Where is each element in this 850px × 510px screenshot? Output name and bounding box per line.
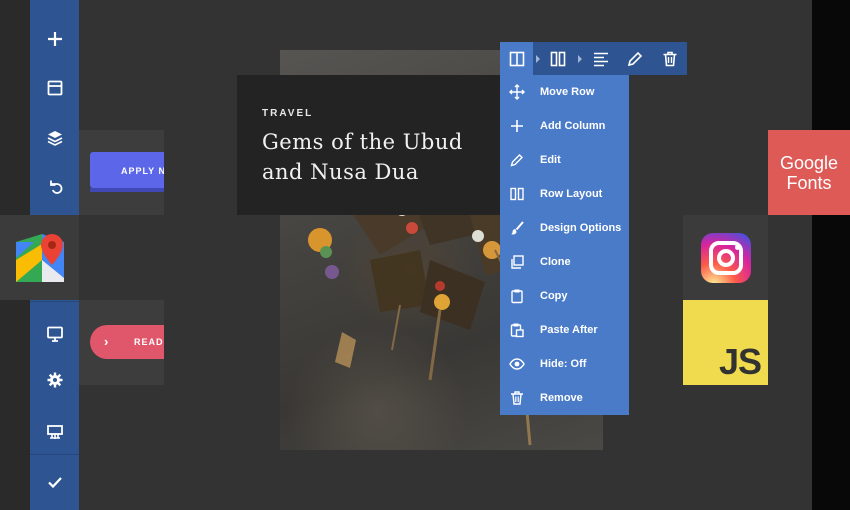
templates-button[interactable] — [30, 68, 79, 108]
menu-item-hide[interactable]: Hide: Off — [500, 347, 629, 381]
menu-item-copy[interactable]: Copy — [500, 279, 629, 313]
js-label: JS — [718, 341, 762, 382]
row-controls-toolbar — [500, 42, 687, 75]
menu-item-remove[interactable]: Remove — [500, 381, 629, 415]
templates-icon — [47, 80, 62, 96]
caret-right-icon — [536, 55, 540, 63]
edit-button[interactable] — [620, 42, 650, 75]
button-element-card[interactable]: › READ — [79, 300, 164, 385]
google-fonts-tile[interactable]: Google Fonts — [768, 130, 850, 215]
align-icon — [594, 52, 608, 66]
menu-item-edit[interactable]: Edit — [500, 143, 629, 177]
pencil-icon — [627, 51, 643, 66]
undo-button[interactable] — [30, 167, 79, 207]
plus-icon — [47, 32, 62, 46]
eye-icon — [509, 358, 525, 370]
clone-icon — [511, 255, 524, 269]
row-context-menu: Move Row Add Column Edit Row Layout Desi… — [500, 75, 629, 415]
move-icon — [509, 84, 525, 100]
row-control-button[interactable] — [502, 42, 532, 75]
brush-icon — [511, 221, 524, 235]
responsive-preview-button[interactable] — [30, 314, 79, 354]
apply-now-button[interactable]: APPLY N — [90, 152, 164, 192]
check-icon — [47, 477, 62, 489]
post-category: TRAVEL — [262, 108, 314, 119]
row-icon — [509, 51, 525, 66]
undo-icon — [49, 180, 62, 194]
layers-button[interactable] — [30, 118, 79, 158]
stage-edge-right — [812, 0, 850, 510]
button-element-card[interactable]: APPLY N — [79, 130, 164, 215]
settings-button[interactable] — [30, 360, 79, 400]
gear-icon — [47, 372, 62, 388]
save-button[interactable] — [30, 462, 79, 502]
google-fonts-label-line1: Google — [779, 153, 839, 173]
frontend-editor-button[interactable] — [30, 412, 79, 452]
delete-button[interactable] — [655, 42, 685, 75]
google-maps-icon — [15, 233, 64, 282]
menu-item-clone[interactable]: Clone — [500, 245, 629, 279]
menu-item-paste-after[interactable]: Paste After — [500, 313, 629, 347]
pencil-icon — [510, 154, 523, 167]
sidebar-divider — [30, 301, 79, 302]
trash-icon — [663, 51, 677, 66]
frontend-editor-icon — [46, 425, 63, 439]
javascript-tile[interactable]: JS — [683, 300, 768, 385]
menu-item-move-row[interactable]: Move Row — [500, 75, 629, 109]
column-control-button[interactable] — [543, 42, 573, 75]
sidebar-divider — [30, 454, 79, 455]
read-more-button[interactable]: › READ — [90, 325, 164, 359]
chevron-right-icon: › — [104, 334, 110, 349]
columns-icon — [550, 51, 566, 66]
monitor-icon — [46, 326, 63, 342]
clipboard-icon — [511, 289, 523, 304]
instagram-icon — [701, 233, 751, 283]
layers-icon — [47, 131, 62, 146]
instagram-tile[interactable] — [683, 215, 768, 300]
add-element-button[interactable] — [30, 19, 79, 59]
menu-item-design-options[interactable]: Design Options — [500, 211, 629, 245]
menu-item-row-layout[interactable]: Row Layout — [500, 177, 629, 211]
google-fonts-label-line2: Fonts — [786, 173, 832, 193]
caret-right-icon — [578, 55, 582, 63]
text-block-control-button[interactable] — [586, 42, 616, 75]
menu-item-add-column[interactable]: Add Column — [500, 109, 629, 143]
plus-icon — [511, 120, 523, 132]
google-maps-element[interactable] — [0, 215, 79, 300]
paste-icon — [510, 323, 524, 338]
post-title: Gems of the Ubud and Nusa Dua — [262, 130, 463, 184]
row-layout-icon — [510, 187, 524, 201]
trash-icon — [511, 391, 523, 405]
headline-box[interactable]: TRAVEL Gems of the Ubud and Nusa Dua — [237, 75, 502, 215]
